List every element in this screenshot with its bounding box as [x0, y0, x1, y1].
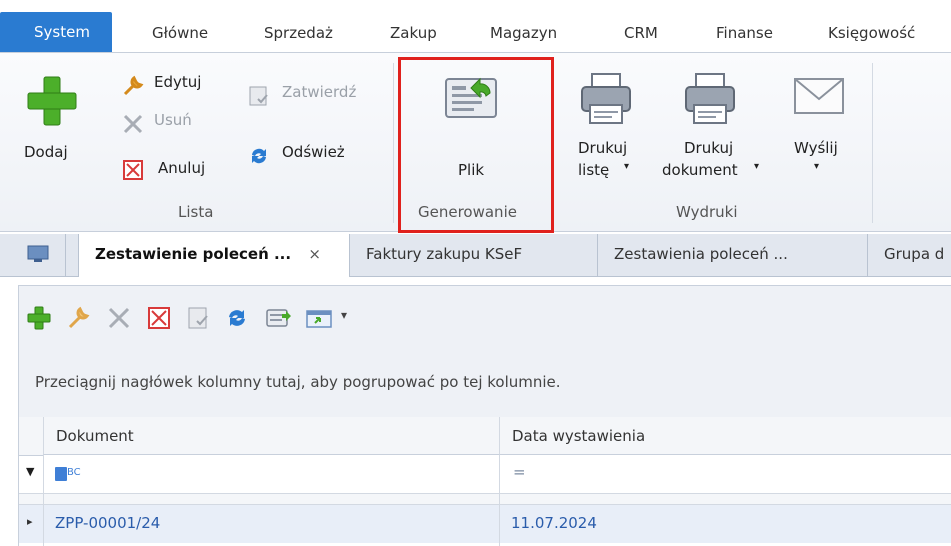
row-indicator-header	[19, 417, 43, 456]
wyslij-button[interactable]: Wyślij ▾	[788, 71, 858, 201]
wrench-icon	[123, 75, 144, 96]
table-row[interactable]: ▸ ZPP-00001/24 11.07.2024	[19, 505, 951, 543]
printer-icon	[685, 73, 735, 124]
grid-line	[499, 455, 500, 546]
drukuj-dokument-button[interactable]: Drukuj dokument ▾	[658, 71, 768, 201]
tab-label: Zestawienia poleceń ...	[614, 245, 788, 263]
tab-label: Zestawienie poleceń ...	[95, 245, 292, 263]
approve-document-icon[interactable]	[187, 306, 211, 330]
menu-tab-sprzedaz[interactable]: Sprzedaż	[264, 14, 333, 52]
close-icon[interactable]: ×	[308, 245, 321, 263]
cancel-document-icon[interactable]	[147, 306, 171, 330]
ribbon-separator	[872, 63, 873, 223]
desktop-icon	[27, 245, 49, 262]
group-label-generowanie: Generowanie	[418, 203, 517, 221]
chevron-down-icon: ▾	[624, 161, 630, 172]
usun-button[interactable]: Usuń	[122, 111, 232, 137]
row-pointer-icon: ▸	[27, 515, 33, 528]
group-by-hint: Przeciągnij nagłówek kolumny tutaj, aby …	[35, 373, 561, 391]
delete-x-icon	[123, 114, 143, 134]
menu-tab-ksiegowosc[interactable]: Księgowość	[828, 14, 915, 52]
dodaj-button[interactable]	[26, 75, 78, 127]
chevron-down-icon: ▾	[754, 161, 760, 172]
column-header-dokument[interactable]: Dokument	[43, 417, 499, 455]
filter-cell-dokument[interactable]: BC	[55, 465, 85, 483]
generate-file-icon	[445, 77, 497, 118]
tab-label: Grupa d	[884, 245, 945, 263]
group-label-lista: Lista	[178, 203, 214, 221]
add-icon	[27, 76, 77, 126]
odswiez-button[interactable]: Odśwież	[248, 143, 388, 169]
ribbon-separator	[393, 63, 394, 223]
grid-toolbar: ▾	[18, 285, 951, 352]
menu-tab-finanse[interactable]: Finanse	[716, 14, 773, 52]
menu-tab-zakup[interactable]: Zakup	[390, 14, 437, 52]
zatwierdz-button[interactable]: Zatwierdź	[248, 83, 388, 109]
envelope-icon	[794, 78, 844, 114]
tab-zestawienie-polecen-active[interactable]: Zestawienie poleceń ... ×	[78, 234, 350, 277]
group-by-panel[interactable]: Przeciągnij nagłówek kolumny tutaj, aby …	[18, 351, 951, 417]
column-header-data-wystawienia[interactable]: Data wystawienia	[499, 417, 951, 455]
cancel-document-icon	[123, 160, 143, 180]
filter-cell-data-wystawienia[interactable]: =	[513, 463, 526, 481]
filter-row: ▼ BC =	[19, 455, 951, 494]
tab-zestawienia-polecen[interactable]: Zestawienia poleceń ...	[598, 234, 868, 276]
approve-document-icon	[249, 86, 268, 106]
cell-dokument[interactable]: ZPP-00001/24	[55, 514, 160, 532]
chevron-down-icon: ▾	[814, 161, 820, 172]
group-label-wydruki: Wydruki	[676, 203, 738, 221]
tab-grupa[interactable]: Grupa d	[868, 234, 951, 276]
anuluj-button[interactable]: Anuluj	[122, 157, 232, 183]
text-filter-icon	[55, 467, 67, 481]
drukuj-liste-button[interactable]: Drukuj listę ▾	[572, 71, 638, 201]
data-grid: Dokument Data wystawienia ▼ BC = ▸ ZPP-0…	[18, 417, 951, 546]
edytuj-button[interactable]: Edytuj	[122, 73, 232, 99]
refresh-icon	[252, 148, 266, 164]
grid-spacer	[19, 494, 951, 505]
filter-icon: ▼	[26, 465, 35, 478]
export-list-icon[interactable]	[305, 306, 335, 330]
desktop-tab[interactable]	[14, 234, 66, 276]
dodaj-label: Dodaj	[24, 143, 68, 161]
wrench-icon[interactable]	[67, 306, 91, 330]
ribbon: Dodaj Edytuj Usuń Anuluj Zatwierdź Odświ…	[0, 52, 951, 233]
generate-file-icon[interactable]	[265, 306, 293, 330]
tab-label: Faktury zakupu KSeF	[366, 245, 523, 263]
menu-tab-system[interactable]: System	[0, 12, 112, 52]
document-tabs: Zestawienie poleceń ... × Faktury zakupu…	[0, 234, 951, 277]
chevron-down-icon[interactable]: ▾	[341, 308, 347, 322]
plik-button[interactable]: Plik	[440, 73, 510, 183]
refresh-icon[interactable]	[225, 306, 249, 330]
tab-faktury-zakupu-ksef[interactable]: Faktury zakupu KSeF	[350, 234, 598, 276]
printer-icon	[581, 73, 631, 124]
delete-x-icon[interactable]	[107, 306, 131, 330]
add-icon[interactable]	[27, 306, 51, 330]
menu-tab-crm[interactable]: CRM	[624, 14, 658, 52]
menu-tab-glowne[interactable]: Główne	[152, 14, 208, 52]
grid-line	[43, 455, 44, 546]
menu-tab-magazyn[interactable]: Magazyn	[490, 14, 557, 52]
cell-data-wystawienia[interactable]: 11.07.2024	[511, 514, 597, 532]
